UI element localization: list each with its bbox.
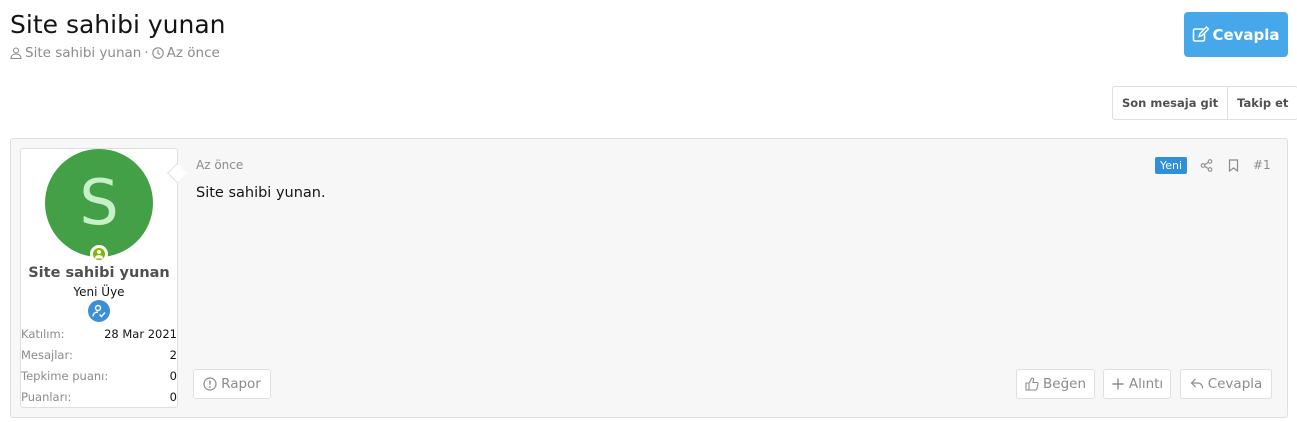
online-user-icon <box>95 250 103 259</box>
meta-separator: · <box>144 45 149 61</box>
report-button-label: Rapor <box>221 376 261 392</box>
plus-icon <box>1112 378 1124 390</box>
quote-button-label: Alıntı <box>1128 376 1164 392</box>
stat-reaction-score: Tepkime puanı: 0 <box>21 368 177 383</box>
thread-author-link[interactable]: Site sahibi yunan <box>25 45 141 61</box>
thread-meta: Site sahibi yunan · Az önce <box>10 44 220 62</box>
stat-messages: Mesajlar: 2 <box>21 347 177 362</box>
thumbs-up-icon <box>1025 377 1039 391</box>
bookmark-icon[interactable] <box>1227 159 1240 172</box>
post-content: Site sahibi yunan. <box>196 185 326 201</box>
share-icon[interactable] <box>1200 159 1213 172</box>
new-badge: Yeni <box>1155 157 1188 174</box>
user-icon <box>10 47 22 59</box>
page-title: Site sahibi yunan <box>10 10 226 39</box>
online-status-indicator <box>90 245 108 263</box>
username-link[interactable]: Site sahibi yunan <box>20 265 178 281</box>
member-badge-icon <box>92 304 106 318</box>
post-reply-button[interactable]: Cevapla <box>1180 369 1272 399</box>
avatar[interactable]: S <box>45 149 153 257</box>
thread-time[interactable]: Az önce <box>167 45 220 61</box>
reply-button[interactable]: Cevapla <box>1184 12 1288 57</box>
report-icon <box>203 377 217 391</box>
user-title: Yeni Üye <box>73 285 125 299</box>
stat-points: Puanları: 0 <box>21 389 177 404</box>
post-reply-button-label: Cevapla <box>1207 376 1263 392</box>
user-stats: Katılım: 28 Mar 2021 Mesajlar: 2 Tepkime p… <box>21 323 177 407</box>
like-button[interactable]: Beğen <box>1016 369 1095 399</box>
report-button[interactable]: Rapor <box>193 369 271 399</box>
follow-button[interactable]: Takip et <box>1227 87 1297 119</box>
post-date[interactable]: Az önce <box>196 158 243 172</box>
quote-button[interactable]: Alıntı <box>1103 369 1171 399</box>
clock-icon <box>151 47 164 59</box>
stat-joined: Katılım: 28 Mar 2021 <box>21 326 177 341</box>
thread-actions: Son mesaja git Takip et <box>1112 86 1297 120</box>
reply-icon <box>1190 378 1203 389</box>
edit-icon <box>1193 26 1210 42</box>
last-post-button[interactable]: Son mesaja git <box>1113 87 1227 119</box>
member-badge <box>88 300 110 322</box>
post-number-link[interactable]: #1 <box>1253 158 1271 172</box>
like-button-label: Beğen <box>1043 376 1086 392</box>
reply-button-label: Cevapla <box>1212 25 1280 44</box>
